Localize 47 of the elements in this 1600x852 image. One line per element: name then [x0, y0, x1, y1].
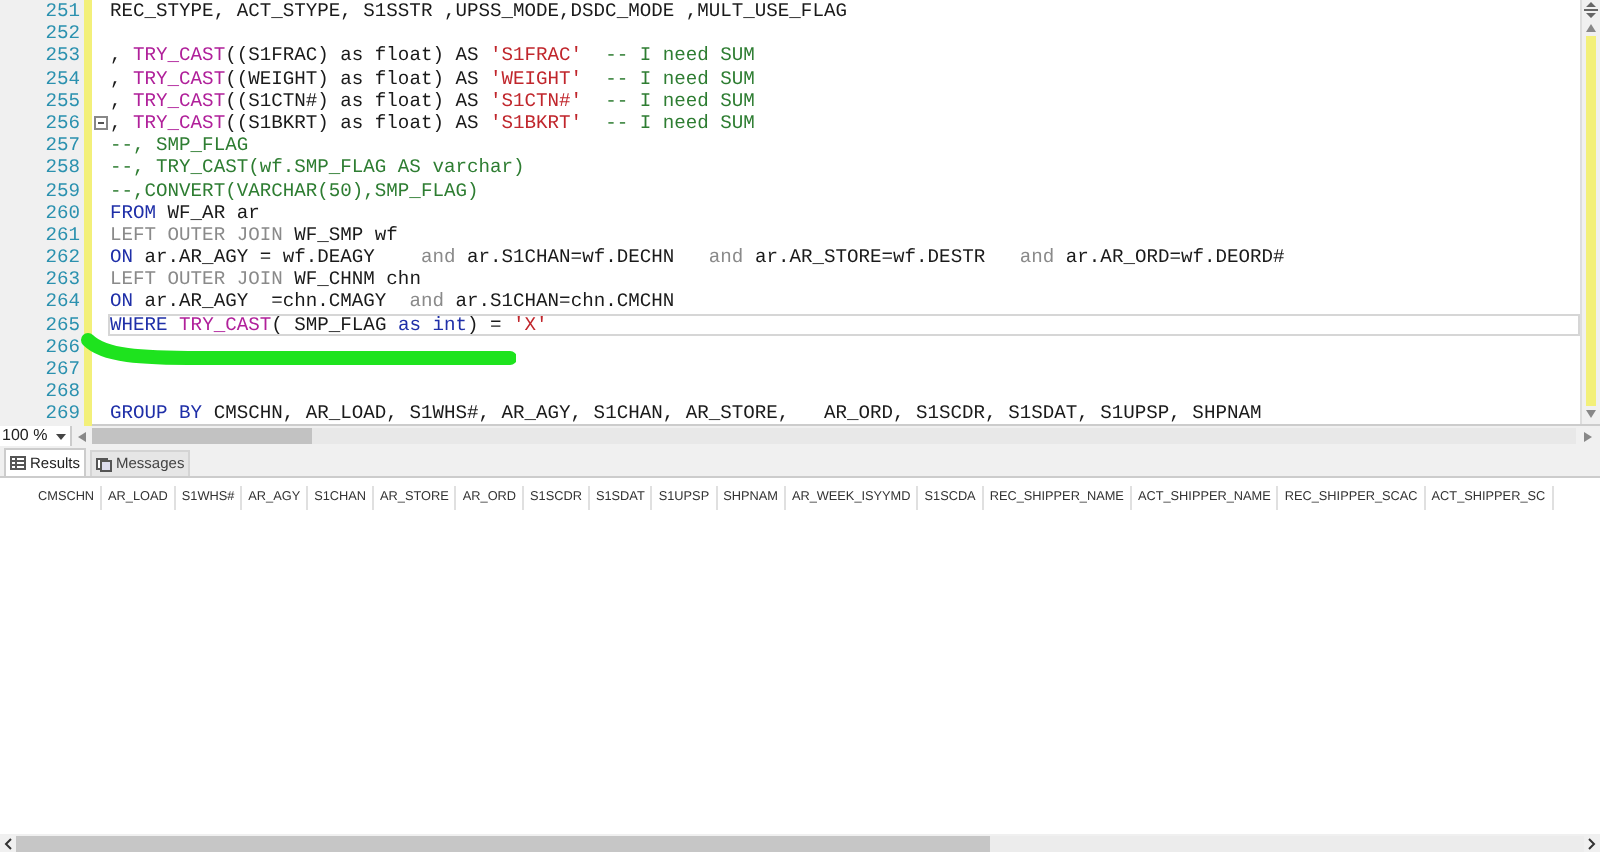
zoom-dropdown[interactable]: 100 % — [0, 426, 72, 446]
line-number: 253 — [0, 44, 84, 68]
code-line: --,CONVERT(VARCHAR(50),SMP_FLAG) — [110, 179, 479, 202]
line-number: 254 — [0, 67, 84, 90]
code-line: LEFT OUTER JOIN WF_CHNM chn — [110, 268, 421, 291]
line-number: 269 — [0, 402, 84, 426]
line-number: 255 — [0, 89, 84, 112]
code-line: , TRY_CAST((WEIGHT) as float) AS 'WEIGHT' -- I need SUM — [110, 67, 755, 90]
code-line: , TRY_CAST((S1FRAC) as float) AS 'S1FRAC' -- I need SUM — [110, 44, 755, 68]
code-line: WHERE TRY_CAST( SMP_FLAG as int) = 'X' — [110, 313, 548, 336]
scroll-right-icon[interactable] — [1588, 837, 1596, 849]
line-number: 263 — [0, 268, 84, 291]
grid-icon — [10, 456, 26, 470]
line-number: 267 — [0, 358, 84, 381]
line-number: 257 — [0, 134, 84, 157]
scroll-down-icon[interactable] — [1586, 410, 1596, 418]
code-line: --, SMP_FLAG — [110, 134, 249, 157]
line-number: 251 — [0, 0, 84, 23]
line-number: 260 — [0, 201, 84, 224]
code-line: REC_STYPE, ACT_STYPE, S1SSTR ,UPSS_MODE,DSDC_MODE ,MULT_USE_FLAG — [110, 0, 847, 23]
code-line: ON ar.AR_AGY =chn.CMAGY and ar.S1CHAN=chn.CMCHN — [110, 290, 675, 314]
code-line: FROM WF_AR ar — [110, 201, 260, 224]
line-number: 259 — [0, 179, 84, 202]
line-number: 264 — [0, 290, 84, 314]
message-icon — [96, 457, 113, 471]
code-line: ON ar.AR_AGY = wf.DEAGY and ar.S1CHAN=wf.DECHN and ar.AR_STORE=wf.DESTR and ar.AR_ORD=wf.DEORD# — [110, 246, 1285, 269]
scroll-up-icon[interactable] — [1586, 24, 1596, 32]
caret-icon — [56, 433, 66, 439]
line-number: 268 — [0, 380, 84, 403]
line-number: 262 — [0, 246, 84, 269]
line-number: 252 — [0, 22, 84, 45]
code-line: GROUP BY CMSCHN, AR_LOAD, S1WHS#, AR_AGY, S1CHAN, AR_STORE, AR_ORD, S1SCDR, S1SDAT, S1UPSP, SHPNAM — [110, 402, 1262, 426]
code-line: --, TRY_CAST(wf.SMP_FLAG AS varchar) — [110, 156, 525, 180]
line-number: 258 — [0, 156, 84, 180]
line-number: 266 — [0, 335, 84, 359]
collapse-icon[interactable] — [93, 116, 107, 131]
split-icon[interactable] — [1584, 2, 1598, 18]
line-number: 265 — [0, 313, 84, 336]
line-number: 261 — [0, 223, 84, 247]
scroll-left-icon[interactable] — [4, 837, 12, 849]
code-line: , TRY_CAST((S1CTN#) as float) AS 'S1CTN#' -- I need SUM — [110, 89, 755, 112]
horizontal-scrollbar[interactable] — [16, 835, 1584, 851]
code-line: , TRY_CAST((S1BKRT) as float) AS 'S1BKRT' -- I need SUM — [110, 111, 755, 135]
horizontal-scrollbar[interactable] — [92, 428, 1576, 444]
line-number: 256 — [0, 111, 84, 135]
vertical-scrollbar[interactable] — [1580, 0, 1600, 424]
code-line: LEFT OUTER JOIN WF_SMP wf — [110, 223, 398, 247]
